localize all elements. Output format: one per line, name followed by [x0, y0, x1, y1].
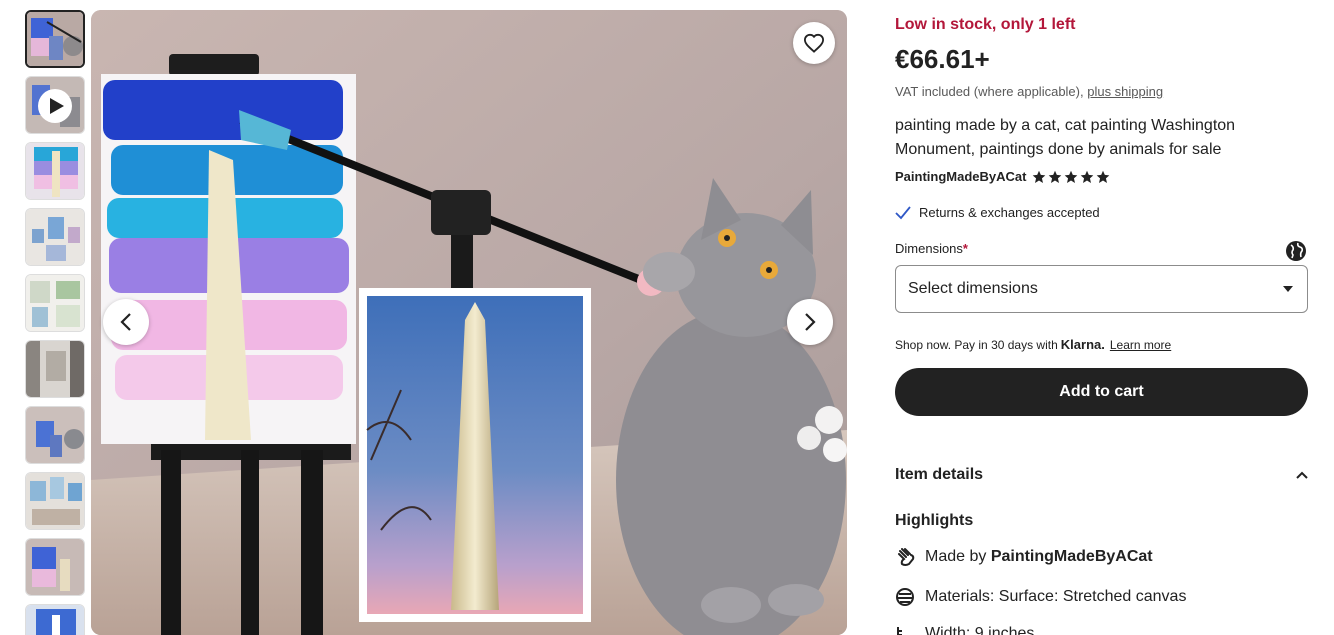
globe-icon[interactable]	[1285, 240, 1307, 262]
dimensions-label-text: Dimensions	[895, 241, 963, 256]
vat-text: VAT included (where applicable),	[895, 84, 1088, 99]
klarna-text: Shop now. Pay in 30 days with	[895, 337, 1058, 352]
item-details-heading: Item details	[895, 466, 984, 483]
next-image-button[interactable]	[787, 299, 833, 345]
shop-name-link[interactable]: PaintingMadeByACat	[895, 169, 1026, 184]
made-by-prefix: Made by	[925, 548, 991, 565]
thumbnail-8[interactable]	[25, 472, 85, 530]
thumbnail-3[interactable]	[25, 142, 85, 200]
shipping-link[interactable]: plus shipping	[1087, 84, 1163, 99]
rating-stars	[1032, 170, 1110, 184]
highlights-heading: Highlights	[895, 512, 974, 529]
thumbnail-list	[25, 10, 85, 635]
thumbnail-2-video[interactable]	[25, 76, 85, 134]
thumbnail-9[interactable]	[25, 538, 85, 596]
star-icon	[1097, 170, 1110, 183]
dimensions-select[interactable]: Select dimensions	[895, 265, 1308, 313]
stock-status: Low in stock, only 1 left	[895, 16, 1076, 33]
made-by-shop: PaintingMadeByACat	[990, 548, 1153, 565]
thumbnail-5[interactable]	[25, 274, 85, 332]
thumbnail-1[interactable]	[25, 10, 85, 68]
highlight-materials: Materials: Surface: Stretched canvas	[895, 587, 1186, 607]
favorite-button[interactable]	[793, 22, 835, 64]
width-text: Width: 9 inches	[925, 625, 1035, 635]
star-icon	[1065, 170, 1078, 183]
klarna-logo: Klarna.	[1060, 337, 1105, 352]
price: €66.61+	[895, 44, 990, 74]
klarna-promo: Shop now. Pay in 30 days with Klarna. Le…	[895, 337, 1171, 352]
vat-note: VAT included (where applicable), plus sh…	[895, 84, 1163, 99]
listing-title: painting made by a cat, cat painting Was…	[895, 117, 1236, 158]
chevron-left-icon	[120, 313, 131, 331]
thumbnail-4[interactable]	[25, 208, 85, 266]
star-icon	[1033, 170, 1046, 183]
made-by-text: Made by PaintingMadeByACat	[925, 548, 1153, 566]
star-icon	[1049, 170, 1062, 183]
thumbnail-7[interactable]	[25, 406, 85, 464]
ruler-icon	[897, 627, 902, 635]
returns-policy: Returns & exchanges accepted	[895, 205, 1100, 220]
caret-down-icon	[1283, 286, 1293, 292]
heart-icon	[803, 33, 825, 53]
star-icon	[1081, 170, 1094, 183]
required-marker: *	[962, 241, 968, 256]
cat-painting-photo	[91, 10, 847, 635]
returns-text: Returns & exchanges accepted	[919, 205, 1100, 220]
klarna-learn-more-link[interactable]: Learn more	[1110, 338, 1171, 352]
hand-wave-icon	[898, 548, 915, 566]
chevron-right-icon	[805, 313, 816, 331]
play-icon	[38, 89, 72, 123]
highlight-width: Width: 9 inches	[895, 624, 1034, 635]
add-to-cart-button[interactable]: Add to cart	[895, 368, 1308, 416]
materials-text: Materials: Surface: Stretched canvas	[925, 588, 1187, 605]
highlight-made-by: Made by PaintingMadeByACat	[895, 547, 1153, 567]
buy-box: Low in stock, only 1 left €66.61+ VAT in…	[895, 0, 1309, 635]
dimensions-label: Dimensions*	[895, 241, 968, 256]
item-details-toggle[interactable]: Item details	[895, 466, 1308, 484]
chevron-up-icon	[1296, 471, 1308, 479]
thumbnail-6[interactable]	[25, 340, 85, 398]
shop-info: PaintingMadeByACat	[895, 169, 1110, 184]
thumbnail-10[interactable]	[25, 604, 85, 635]
main-product-image	[91, 10, 847, 635]
dimensions-select-value: Select dimensions	[908, 280, 1038, 297]
check-icon	[895, 205, 911, 219]
previous-image-button[interactable]	[103, 299, 149, 345]
layers-icon	[896, 588, 914, 606]
